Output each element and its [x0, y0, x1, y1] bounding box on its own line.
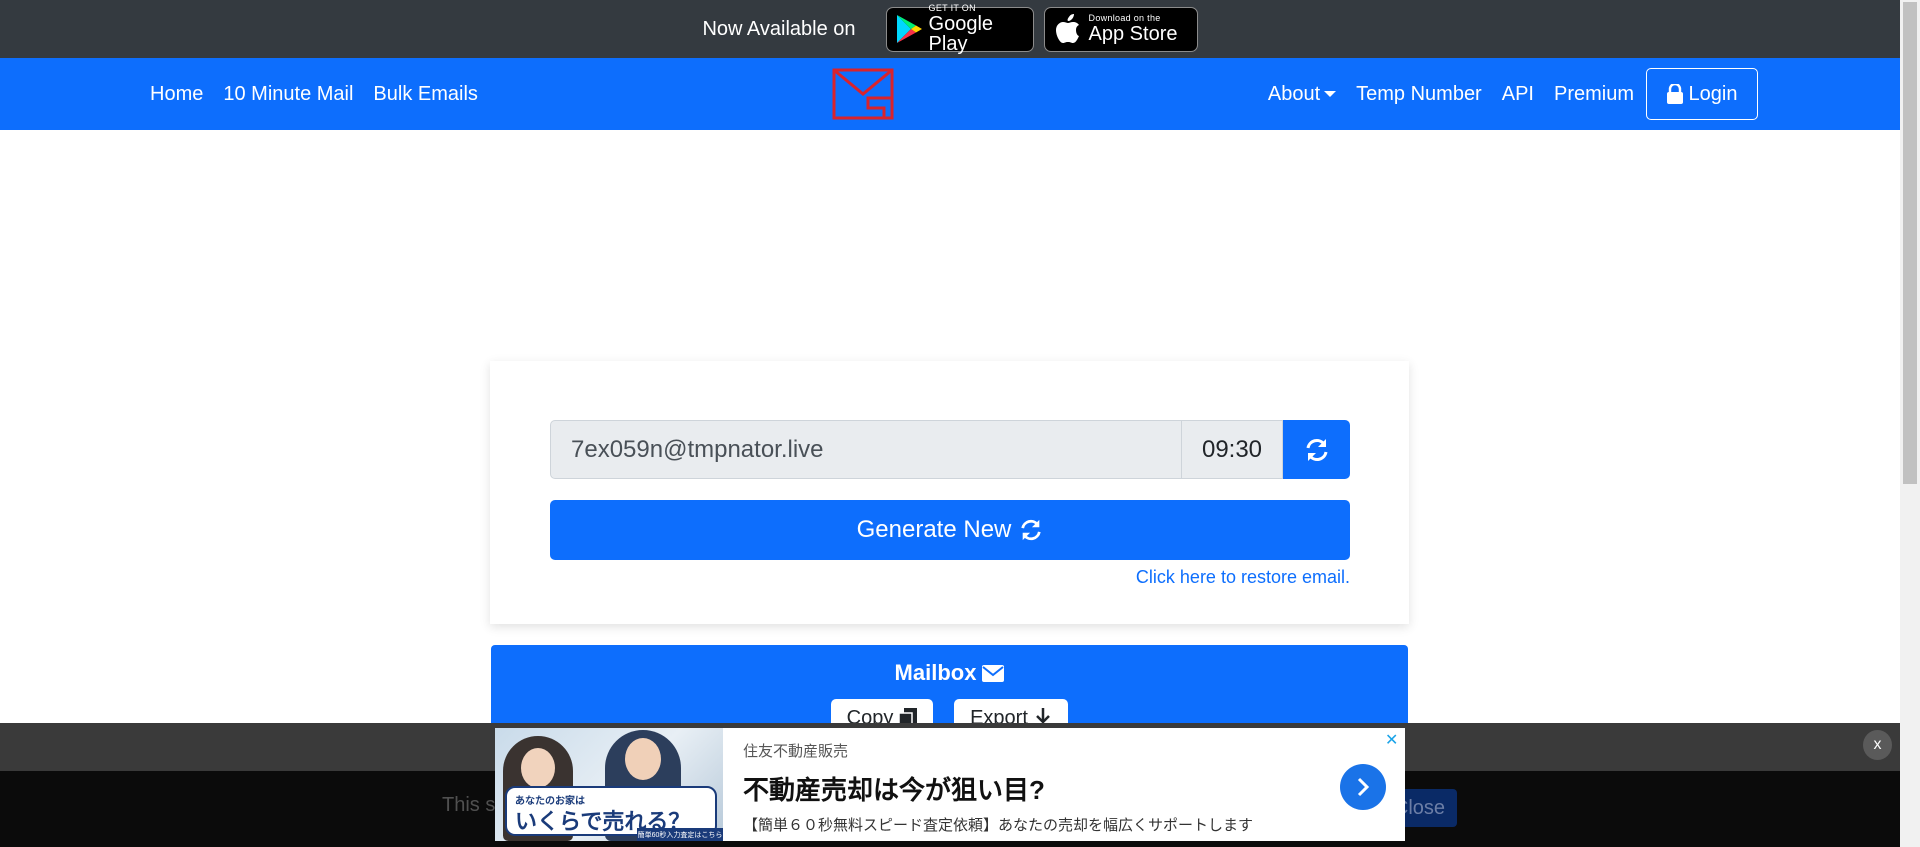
chevron-right-icon [1357, 777, 1370, 797]
main-navbar: Home 10 Minute Mail Bulk Emails About Te… [0, 58, 1900, 130]
refresh-icon [1306, 438, 1327, 461]
nav-about-dropdown[interactable]: About [1258, 83, 1346, 106]
generate-new-button[interactable]: Generate New [550, 500, 1350, 560]
email-address-field[interactable]: 7ex059n@tmpnator.live [550, 420, 1182, 479]
nav-temp-number-link[interactable]: Temp Number [1346, 83, 1492, 106]
mailbox-title: Mailbox [491, 660, 1408, 686]
ad-close-icon[interactable]: ✕ [1385, 730, 1398, 750]
app-store-badge[interactable]: Download on the App Store [1043, 6, 1198, 52]
apple-icon [1053, 14, 1083, 44]
restore-email-link[interactable]: Click here to restore email. [1136, 567, 1350, 588]
email-generator-card: 7ex059n@tmpnator.live 09:30 Generate New… [490, 361, 1409, 624]
google-play-badge[interactable]: GET IT ON Google Play [885, 3, 1034, 55]
nav-premium-link[interactable]: Premium [1544, 83, 1644, 106]
refresh-icon [1021, 519, 1042, 541]
nav-api-link[interactable]: API [1492, 83, 1544, 106]
expiry-timer: 09:30 [1182, 420, 1283, 479]
ad-sponsor: 住友不動産販売 [743, 743, 849, 760]
ad-open-button[interactable] [1340, 764, 1386, 810]
app-download-banner: Now Available on GET IT ON Google Play D… [0, 0, 1900, 58]
nav-about-label: About [1267, 82, 1321, 105]
login-label: Login [1688, 82, 1738, 105]
ad-headline: 不動産売却は今が狙い目? [743, 775, 1045, 805]
generate-new-label: Generate New [856, 516, 1012, 543]
nav-right-links: About Temp Number API Premium Login [120, 58, 1900, 130]
site-logo-icon[interactable] [832, 68, 894, 120]
refresh-timer-button[interactable] [1283, 420, 1350, 479]
cookie-consent-text: This si [442, 794, 500, 816]
page-scrollbar[interactable] [1900, 0, 1920, 847]
ad-image: あなたのお家は いくらで売れる？ 簡単60秒入力査定はこちら [495, 728, 723, 841]
app-store-small-text: Download on the [1088, 13, 1161, 23]
google-play-small-text: GET IT ON [928, 3, 976, 13]
mailbox-title-text: Mailbox [894, 660, 977, 685]
lock-icon [1666, 84, 1683, 104]
caret-down-icon [1324, 90, 1337, 97]
ad-dismiss-button[interactable]: x [1863, 730, 1892, 760]
advertisement-banner[interactable]: あなたのお家は いくらで売れる？ 簡単60秒入力査定はこちら 住友不動産販売 不… [495, 728, 1405, 841]
email-input-group: 7ex059n@tmpnator.live 09:30 [550, 420, 1350, 479]
scrollbar-thumb[interactable] [1903, 2, 1917, 484]
google-play-icon [895, 14, 923, 44]
ad-description: 【簡単６０秒無料スピード査定依頼】あなたの売却を幅広くサポートします [743, 817, 1254, 834]
ad-image-strip: 簡単60秒入力査定はこちら [637, 828, 723, 841]
app-store-big-text: App Store [1088, 23, 1178, 45]
envelope-icon [982, 664, 1005, 682]
google-play-big-text: Google Play [928, 13, 994, 55]
banner-text: Now Available on [702, 17, 856, 40]
login-button[interactable]: Login [1646, 68, 1758, 120]
